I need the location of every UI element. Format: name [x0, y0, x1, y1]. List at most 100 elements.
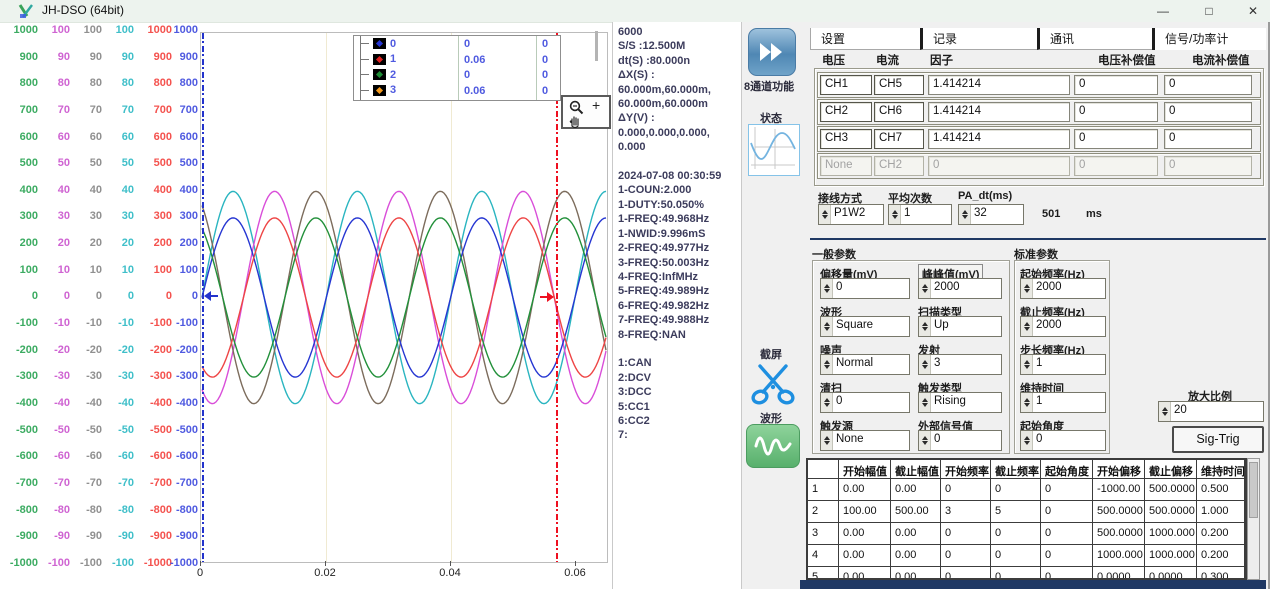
table-scrollbar[interactable]: [1247, 458, 1260, 580]
waveform-button[interactable]: [746, 424, 800, 468]
stepper-arrows[interactable]: [1021, 279, 1033, 298]
table-row-1[interactable]: 10.000.00000-1000.00500.00000.500: [808, 479, 1245, 501]
segment-table[interactable]: 开始幅值截止幅值开始频率截止频率起始角度开始偏移截止偏移维持时间10.000.0…: [806, 458, 1247, 580]
hand-pan-icon[interactable]: [568, 114, 582, 128]
zoom-scale-stepper[interactable]: 20: [1158, 401, 1264, 422]
legend-row-4[interactable]: 4: [354, 98, 560, 101]
y-tick-label: -300: [2, 370, 38, 383]
std-param-5[interactable]: 0: [1020, 430, 1106, 451]
gen-param-5-1[interactable]: None: [820, 430, 910, 451]
gen-param-4-1[interactable]: 0: [820, 392, 910, 413]
legend-row-3[interactable]: 3: [354, 83, 560, 99]
scissors-icon[interactable]: [750, 362, 796, 406]
y-tick-label: -70: [42, 477, 70, 490]
std-param-2[interactable]: 2000: [1020, 316, 1106, 337]
legend-row-2[interactable]: 2: [354, 67, 560, 83]
minimize-button[interactable]: —: [1146, 0, 1180, 22]
screenshot-label: 截屏: [760, 346, 782, 362]
wiring-stepper-2[interactable]: 1: [888, 204, 952, 225]
channel-current-field: CH2: [874, 156, 924, 176]
gen-param-1-2[interactable]: 2000: [918, 278, 1002, 299]
eight-channel-button[interactable]: [748, 28, 796, 76]
channel-voltage-field: None: [820, 156, 872, 176]
channel-v_comp-field[interactable]: 0: [1074, 102, 1158, 122]
stepper-arrows[interactable]: [919, 317, 931, 336]
status-waveform-indicator[interactable]: [748, 124, 800, 176]
gen-param-2-1[interactable]: Square: [820, 316, 910, 337]
stepper-arrows[interactable]: [821, 393, 833, 412]
stepper-arrows[interactable]: [919, 393, 931, 412]
channel-current-field[interactable]: CH5: [874, 75, 924, 95]
tab-3[interactable]: 通讯: [1037, 28, 1152, 50]
plot-legend[interactable]: 01234 000.060000.060: [353, 35, 561, 101]
stepper-arrows[interactable]: [821, 355, 833, 374]
channel-v_comp-field[interactable]: 0: [1074, 75, 1158, 95]
y-tick-label: -50: [42, 424, 70, 437]
std-param-3[interactable]: 1: [1020, 354, 1106, 375]
table-row-3[interactable]: 30.000.00000500.00001000.0000.200: [808, 523, 1245, 545]
plus-icon[interactable]: +: [592, 97, 600, 113]
gen-param-1-1[interactable]: 0: [820, 278, 910, 299]
measurement-line: 1:CAN: [618, 356, 741, 370]
wiring-stepper-3[interactable]: 32: [958, 204, 1024, 225]
channel-factor-field[interactable]: 1.414214: [928, 75, 1070, 95]
tab-4[interactable]: 信号/功率计: [1152, 28, 1266, 50]
waveform-plot[interactable]: 01234 000.060000.060 +: [200, 32, 608, 563]
table-row-5[interactable]: 50.000.000000.00000.00000.300: [808, 567, 1245, 580]
stepper-arrows[interactable]: [1021, 431, 1033, 450]
stepper-arrows[interactable]: [1021, 393, 1033, 412]
stepper-arrows[interactable]: [821, 279, 833, 298]
channel-header: 电压: [822, 52, 845, 68]
channel-factor-field[interactable]: 1.414214: [928, 102, 1070, 122]
cursor-red[interactable]: [556, 33, 558, 562]
stepper-arrows[interactable]: [819, 205, 831, 224]
legend-dy-value: 0: [542, 54, 548, 66]
gen-param-3-2[interactable]: 3: [918, 354, 1002, 375]
channel-voltage-field[interactable]: CH2: [820, 102, 872, 122]
table-scrollbar-thumb[interactable]: [1249, 462, 1258, 518]
stepper-arrows[interactable]: [919, 431, 931, 450]
channel-i_comp-field[interactable]: 0: [1164, 129, 1252, 149]
stepper-arrows[interactable]: [919, 279, 931, 298]
tab-1[interactable]: 设置: [810, 28, 920, 50]
std-param-4[interactable]: 1: [1020, 392, 1106, 413]
close-button[interactable]: ✕: [1236, 0, 1270, 22]
stepper-arrows[interactable]: [889, 205, 901, 224]
y-tick-label: 40: [106, 184, 134, 197]
channel-current-field[interactable]: CH7: [874, 129, 924, 149]
std-param-1[interactable]: 2000: [1020, 278, 1106, 299]
tab-2[interactable]: 记录: [920, 28, 1037, 50]
stepper-arrows[interactable]: [821, 317, 833, 336]
stepper-arrows[interactable]: [1159, 402, 1171, 421]
table-cell: 0.00: [839, 479, 891, 501]
wiring-stepper-1[interactable]: P1W2: [818, 204, 884, 225]
channel-factor-field[interactable]: 1.414214: [928, 129, 1070, 149]
legend-marker: [373, 100, 386, 101]
stepper-arrows[interactable]: [821, 431, 833, 450]
stepper-arrows[interactable]: [1021, 355, 1033, 374]
table-row-2[interactable]: 2100.00500.00350500.0000500.00001.000: [808, 501, 1245, 523]
legend-row-0[interactable]: 0: [354, 36, 560, 52]
channel-voltage-field[interactable]: CH1: [820, 75, 872, 95]
stepper-arrows[interactable]: [1021, 317, 1033, 336]
stepper-arrows[interactable]: [919, 355, 931, 374]
channel-v_comp-field[interactable]: 0: [1074, 129, 1158, 149]
gen-param-2-2[interactable]: Up: [918, 316, 1002, 337]
table-row-4[interactable]: 40.000.000001000.0001000.0000.200: [808, 545, 1245, 567]
table-cell: 0: [991, 567, 1041, 580]
gen-param-3-1[interactable]: Normal: [820, 354, 910, 375]
channel-voltage-field[interactable]: CH3: [820, 129, 872, 149]
channel-i_comp-field[interactable]: 0: [1164, 102, 1252, 122]
gen-param-5-2[interactable]: 0: [918, 430, 1002, 451]
gen-param-4-2[interactable]: Rising: [918, 392, 1002, 413]
y-tick-label: -20: [42, 344, 70, 357]
legend-row-1[interactable]: 1: [354, 52, 560, 68]
sig-trig-button[interactable]: Sig-Trig: [1172, 426, 1264, 453]
channel-current-field[interactable]: CH6: [874, 102, 924, 122]
stepper-arrows[interactable]: [959, 205, 971, 224]
plot-scrollbar[interactable]: [595, 31, 598, 61]
channel-i_comp-field[interactable]: 0: [1164, 75, 1252, 95]
legend-dx-value: 0.06: [464, 54, 485, 66]
maximize-button[interactable]: □: [1192, 0, 1226, 22]
table-cell: 0.200: [1197, 545, 1245, 567]
